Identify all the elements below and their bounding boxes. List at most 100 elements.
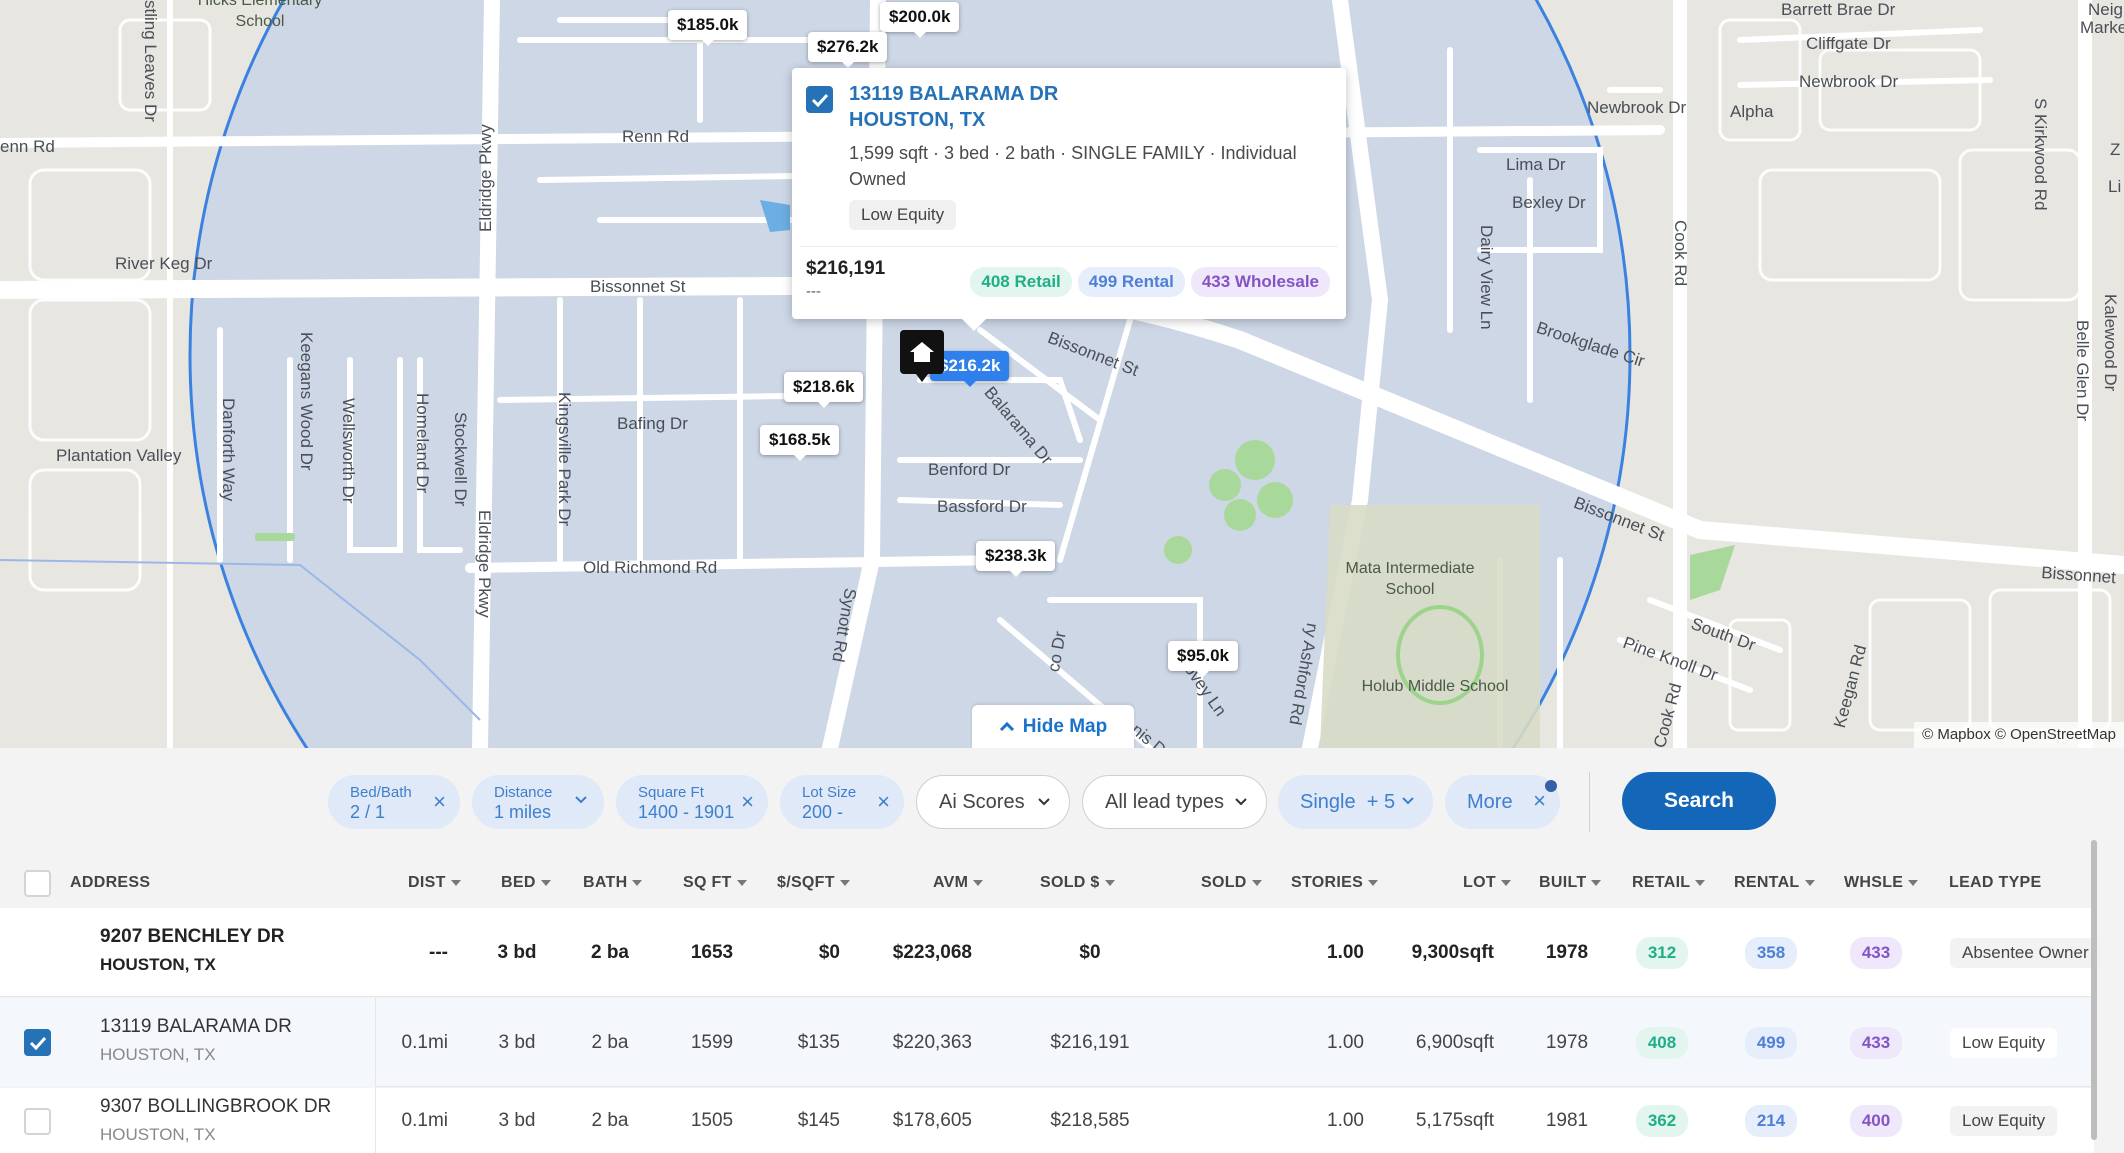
column-header-bath[interactable]: BATH (583, 858, 643, 908)
filter-chip-square-ft[interactable]: Square Ft 1400 - 1901 × (616, 775, 768, 829)
column-header-avm[interactable]: AVM (933, 858, 984, 908)
street-label-belle-glen: Belle Glen Dr (2073, 320, 2092, 422)
row-stories: 1.00 (1327, 941, 1364, 963)
row-address-line1[interactable]: 9207 BENCHLEY DR (100, 926, 284, 948)
price-pin[interactable]: $200.0k (880, 2, 960, 38)
price-pin[interactable]: $95.0k (1168, 641, 1238, 677)
popup-select-checkbox[interactable] (806, 86, 833, 113)
filter-lead-types[interactable]: All lead types (1082, 775, 1267, 829)
lead-type-tag: Low Equity (1950, 1027, 2058, 1058)
close-icon[interactable]: × (877, 789, 890, 815)
row-sold (1190, 998, 1270, 1087)
column-header-retail[interactable]: RETAIL (1632, 858, 1706, 908)
column-header-whsle[interactable]: WHSLE (1844, 858, 1919, 908)
wholesale-score-pill: 433 Wholesale (1190, 267, 1330, 297)
filter-ai-scores[interactable]: Ai Scores (916, 775, 1070, 829)
row-address-line1[interactable]: 13119 BALARAMA DR (100, 1016, 292, 1038)
select-all-checkbox[interactable] (24, 870, 51, 897)
row-address-line2: HOUSTON, TX (100, 955, 216, 974)
column-header-stories[interactable]: STORIES (1291, 858, 1379, 908)
column-header-rental[interactable]: RENTAL (1734, 858, 1815, 908)
row-rental: 358 (1731, 908, 1811, 997)
search-button[interactable]: Search (1622, 772, 1776, 830)
street-label-cliffgate: Cliffgate Dr (1806, 34, 1891, 53)
column-header-lot[interactable]: LOT (1463, 858, 1511, 908)
street-label-bafing: Bafing Dr (617, 414, 688, 433)
table-scrollbar[interactable] (2091, 840, 2097, 1140)
filter-chip-lot-size[interactable]: Lot Size 200 - × (780, 775, 904, 829)
wholesale-score-pill: 433 (1849, 936, 1903, 969)
column-header-sold[interactable]: SOLD (1201, 858, 1262, 908)
street-label-bissonnet: Bissonnet St (590, 277, 686, 296)
street-label-renn-rd-left: enn Rd (0, 137, 55, 156)
column-header-address[interactable]: ADDRESS (70, 858, 150, 908)
popup-lead-tag: Low Equity (849, 200, 957, 230)
row-whsle: 433 (1836, 908, 1916, 997)
row-price-per-sqft: $135 (797, 1031, 840, 1053)
column-header-sqft[interactable]: SQ FT (683, 858, 747, 908)
row-rental: 214 (1731, 1088, 1811, 1153)
row-avm: $220,363 (892, 1031, 972, 1053)
price-pin[interactable]: $168.5k (760, 425, 840, 461)
row-select-checkbox[interactable] (24, 1029, 51, 1056)
price-pin[interactable]: $218.6k (784, 372, 864, 408)
column-header-sold-price[interactable]: SOLD $ (1040, 858, 1115, 908)
active-filter-dot (1545, 780, 1557, 792)
table-row[interactable]: 9307 BOLLINGBROOK DR HOUSTON, TX 0.1mi 3… (0, 1088, 2094, 1153)
filter-property-type-label: Single + 5 (1300, 790, 1396, 813)
popup-address-line2[interactable]: HOUSTON, TX (849, 109, 985, 132)
column-header-lead-type[interactable]: LEAD TYPE (1949, 858, 2042, 908)
street-label-newbrook: Newbrook Dr (1587, 98, 1687, 117)
row-sqft: 1599 (690, 1031, 734, 1053)
close-icon[interactable]: × (433, 789, 446, 815)
row-sqft: 1505 (690, 1110, 734, 1131)
map-attribution[interactable]: © Mapbox © OpenStreetMap (1914, 722, 2124, 748)
table-row-selected[interactable]: 13119 BALARAMA DR HOUSTON, TX 0.1mi 3 bd… (0, 998, 2094, 1087)
filter-chip-value: 1400 - 1901 (638, 802, 735, 822)
table-row[interactable]: 9207 BENCHLEY DR HOUSTON, TX --- 3 bd 2 … (0, 908, 2101, 997)
row-address-line1[interactable]: 9307 BOLLINGBROOK DR (100, 1096, 331, 1118)
price-pin[interactable]: $238.3k (976, 541, 1056, 577)
filter-chip-label: Lot Size (802, 784, 857, 801)
wholesale-score-pill: 400 (1849, 1105, 1903, 1137)
street-label-sling-leaves: stling Leaves Dr (141, 0, 160, 122)
filter-property-type[interactable]: Single + 5 (1278, 775, 1433, 829)
street-label-lima: Lima Dr (1506, 155, 1566, 174)
filter-more[interactable]: More × (1445, 775, 1560, 829)
column-header-built[interactable]: BUILT (1539, 858, 1602, 908)
property-popup[interactable]: 13119 BALARAMA DR HOUSTON, TX 1,599 sqft… (792, 68, 1346, 331)
filter-chip-distance[interactable]: Distance 1 miles (472, 775, 604, 829)
street-label-dairy-view: Dairy View Ln (1477, 225, 1496, 330)
filter-chip-value: 2 / 1 (350, 802, 386, 822)
row-lot: 5,175sqft (1415, 1110, 1494, 1131)
chevron-up-icon (999, 721, 1014, 731)
row-select-checkbox[interactable] (24, 1108, 51, 1135)
filter-chip-value: 1 miles (494, 802, 552, 822)
map[interactable]: Renn Rd enn Rd River Keg Dr Bissonnet St… (0, 0, 2124, 748)
close-icon[interactable]: × (1533, 788, 1546, 814)
street-label-marke: Marke (2080, 18, 2124, 37)
close-icon[interactable]: × (741, 789, 754, 815)
row-sold (1190, 1088, 1270, 1153)
column-header-bed[interactable]: BED (501, 858, 551, 908)
street-label-wellsworth: Wellsworth Dr (339, 398, 358, 504)
row-address-line2: HOUSTON, TX (100, 1045, 216, 1064)
row-bath: 2 ba (591, 1031, 629, 1053)
row-avm: $223,068 (892, 941, 972, 963)
street-label-neighbor: Neighbo (2088, 0, 2124, 19)
filter-chip-bed-bath[interactable]: Bed/Bath 2 / 1 × (328, 775, 460, 829)
home-marker[interactable] (900, 330, 944, 382)
popup-address-line1[interactable]: 13119 BALARAMA DR (849, 83, 1058, 106)
rental-score-pill: 358 (1744, 936, 1798, 969)
column-header-dist[interactable]: DIST (408, 858, 461, 908)
chevron-down-icon (1235, 798, 1247, 806)
column-header-price-per-sqft[interactable]: $/SQFT (777, 858, 850, 908)
row-lot: 9,300sqft (1411, 941, 1494, 963)
chevron-down-icon (575, 796, 587, 804)
row-whsle: 400 (1836, 1088, 1916, 1153)
chevron-down-icon (1402, 797, 1414, 805)
street-label-bexley: Bexley Dr (1512, 193, 1586, 212)
price-pin[interactable]: $276.2k (808, 32, 888, 68)
price-pin[interactable]: $185.0k (668, 10, 748, 46)
hide-map-button[interactable]: Hide Map (972, 705, 1134, 748)
